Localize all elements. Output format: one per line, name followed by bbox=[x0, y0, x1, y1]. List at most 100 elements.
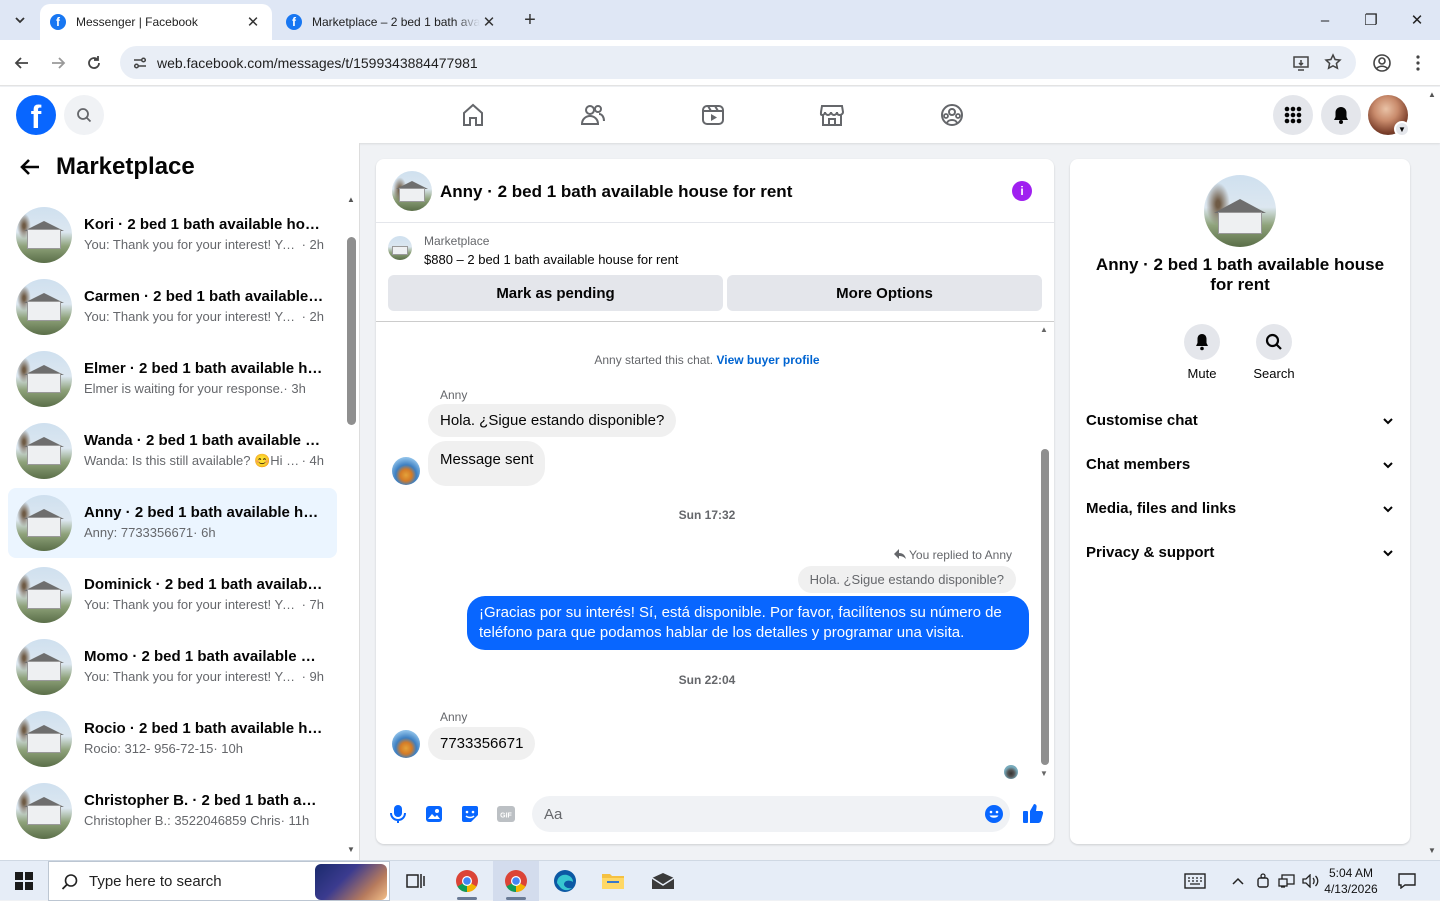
info-icon[interactable]: i bbox=[1012, 181, 1032, 201]
conversation-thumbnail bbox=[16, 423, 72, 479]
listing-title[interactable]: $880 – 2 bed 1 bath available house for … bbox=[424, 252, 678, 267]
profile-icon[interactable] bbox=[1368, 49, 1396, 77]
scroll-up-arrow-icon[interactable]: ▲ bbox=[1040, 325, 1048, 334]
quoted-message[interactable]: Hola. ¿Sigue estando disponible? bbox=[797, 566, 1016, 593]
menu-grid-icon[interactable] bbox=[1273, 95, 1313, 135]
conversation-thumbnail bbox=[16, 639, 72, 695]
facebook-search-icon[interactable] bbox=[64, 95, 104, 135]
conversation-item[interactable]: Wanda · 2 bed 1 bath available house for… bbox=[8, 416, 337, 486]
details-avatar[interactable] bbox=[1204, 175, 1276, 247]
photo-icon[interactable] bbox=[424, 804, 444, 824]
message-bubble-incoming[interactable]: Message sent bbox=[428, 441, 546, 486]
task-view-icon[interactable] bbox=[393, 861, 439, 901]
scrollbar-thumb[interactable] bbox=[347, 237, 356, 425]
forward-icon[interactable] bbox=[44, 49, 72, 77]
scroll-down-arrow-icon[interactable]: ▼ bbox=[1040, 769, 1048, 778]
show-hidden-icons-chevron-icon[interactable] bbox=[1228, 861, 1248, 901]
chrome-icon[interactable] bbox=[444, 861, 490, 901]
close-tab-icon[interactable]: ✕ bbox=[244, 13, 262, 31]
address-bar[interactable]: web.facebook.com/messages/t/159934388447… bbox=[120, 46, 1356, 79]
conversation-item[interactable]: Kori · 2 bed 1 bath available house for … bbox=[8, 200, 337, 270]
chrome-profile-icon[interactable] bbox=[493, 861, 539, 901]
conversation-item[interactable]: Elmer · 2 bed 1 bath available house for… bbox=[8, 344, 337, 414]
install-app-icon[interactable] bbox=[1292, 54, 1310, 75]
conversation-thumbnail bbox=[16, 567, 72, 623]
message-bubble-outgoing[interactable]: ¡Gracias por su interés! Sí, está dispon… bbox=[467, 596, 1029, 650]
minimize-button[interactable]: – bbox=[1302, 0, 1348, 40]
system-clock[interactable]: 5:04 AM 4/13/2026 bbox=[1316, 865, 1386, 897]
mail-icon[interactable] bbox=[640, 861, 686, 901]
conversation-item[interactable]: Momo · 2 bed 1 bath available house for … bbox=[8, 632, 337, 702]
tab-messenger[interactable]: f Messenger | Facebook ✕ bbox=[40, 4, 272, 40]
preview-text: You: Thank you for your interest! Yes, i… bbox=[84, 669, 302, 684]
edge-icon[interactable] bbox=[542, 861, 588, 901]
emoji-icon[interactable] bbox=[984, 804, 1004, 827]
gif-icon[interactable]: GIF bbox=[496, 804, 516, 824]
customise-chat-row[interactable]: Customise chat bbox=[1086, 408, 1394, 432]
mark-as-pending-button[interactable]: Mark as pending bbox=[388, 275, 723, 311]
sender-avatar[interactable] bbox=[392, 457, 420, 485]
conversation-item[interactable]: Dominick · 2 bed 1 bath available house … bbox=[8, 560, 337, 630]
tab-search-chevron-icon[interactable] bbox=[8, 8, 32, 32]
conversation-item[interactable]: Carmen · 2 bed 1 bath available house fo… bbox=[8, 272, 337, 342]
microphone-icon[interactable] bbox=[388, 804, 408, 824]
conversation-item[interactable]: Christopher B. · 2 bed 1 bath available … bbox=[8, 776, 337, 846]
new-tab-button[interactable]: + bbox=[518, 8, 542, 32]
browser-menu-icon[interactable] bbox=[1404, 49, 1432, 77]
taskbar-search-box[interactable]: Type here to search bbox=[48, 861, 390, 901]
reload-icon[interactable] bbox=[80, 49, 108, 77]
preview-time: · 9h bbox=[301, 669, 324, 684]
message-bubble-incoming[interactable]: Hola. ¿Sigue estando disponible? bbox=[428, 404, 677, 437]
message-input[interactable]: Aa bbox=[532, 796, 1010, 832]
tab-marketplace[interactable]: f Marketplace – 2 bed 1 bath available ✕ bbox=[276, 4, 508, 40]
friends-icon[interactable] bbox=[571, 93, 615, 137]
network-icon[interactable] bbox=[1276, 861, 1298, 901]
facebook-logo[interactable]: f bbox=[16, 95, 56, 135]
search-highlight-image[interactable] bbox=[315, 864, 387, 900]
scroll-down-arrow-icon[interactable]: ▼ bbox=[347, 845, 355, 854]
view-buyer-profile-link[interactable]: View buyer profile bbox=[716, 353, 819, 367]
video-icon[interactable] bbox=[691, 93, 735, 137]
page-scroll-down-arrow-icon[interactable]: ▼ bbox=[1428, 846, 1436, 855]
meet-now-icon[interactable] bbox=[1254, 861, 1272, 901]
notification-center-icon[interactable] bbox=[1392, 861, 1422, 901]
chat-started-note: Anny started this chat. View buyer profi… bbox=[376, 353, 1038, 367]
gaming-groups-icon[interactable] bbox=[930, 93, 974, 137]
like-thumbs-up-icon[interactable] bbox=[1021, 801, 1045, 825]
back-icon[interactable] bbox=[8, 49, 36, 77]
windows-start-icon[interactable] bbox=[0, 861, 48, 901]
close-tab-icon[interactable]: ✕ bbox=[480, 13, 498, 31]
page-scroll-up-arrow-icon[interactable]: ▲ bbox=[1428, 90, 1436, 99]
sender-avatar[interactable] bbox=[392, 730, 420, 758]
notifications-bell-icon[interactable] bbox=[1321, 95, 1361, 135]
privacy-support-row[interactable]: Privacy & support bbox=[1086, 540, 1394, 564]
message-thread: ▲ Anny started this chat. View buyer pro… bbox=[376, 323, 1054, 783]
conversation-item[interactable]: Anny · 2 bed 1 bath available house for … bbox=[8, 488, 337, 558]
marketplace-icon[interactable] bbox=[810, 93, 854, 137]
search-in-chat-button[interactable]: Search bbox=[1244, 324, 1304, 381]
sticker-icon[interactable] bbox=[460, 804, 480, 824]
maximize-button[interactable]: ❐ bbox=[1348, 0, 1394, 40]
listing-thumbnail[interactable] bbox=[388, 236, 412, 260]
home-icon[interactable] bbox=[451, 93, 495, 137]
file-explorer-icon[interactable] bbox=[590, 861, 636, 901]
chat-avatar[interactable] bbox=[392, 171, 432, 211]
chevron-down-icon bbox=[1382, 456, 1394, 473]
chat-title[interactable]: Anny · 2 bed 1 bath available house for … bbox=[440, 182, 792, 202]
bookmark-star-icon[interactable] bbox=[1324, 53, 1342, 74]
media-files-links-row[interactable]: Media, files and links bbox=[1086, 496, 1394, 520]
message-bubble-incoming[interactable]: 7733356671 bbox=[428, 727, 536, 760]
scrollbar-thumb[interactable] bbox=[1041, 449, 1049, 765]
account-avatar[interactable]: ▼ bbox=[1368, 95, 1410, 137]
back-arrow-icon[interactable] bbox=[20, 156, 42, 178]
chat-members-row[interactable]: Chat members bbox=[1086, 452, 1394, 476]
close-window-button[interactable]: ✕ bbox=[1394, 0, 1440, 40]
keyboard-icon[interactable] bbox=[1180, 861, 1210, 901]
scroll-up-arrow-icon[interactable]: ▲ bbox=[347, 195, 355, 204]
mute-button[interactable]: Mute bbox=[1172, 324, 1232, 381]
more-options-button[interactable]: More Options bbox=[727, 275, 1042, 311]
conversation-name: Elmer · 2 bed 1 bath available house for… bbox=[84, 360, 324, 377]
conversation-item[interactable]: Rocio · 2 bed 1 bath available house for… bbox=[8, 704, 337, 774]
bell-icon bbox=[1184, 324, 1220, 360]
site-info-icon[interactable] bbox=[132, 55, 148, 74]
